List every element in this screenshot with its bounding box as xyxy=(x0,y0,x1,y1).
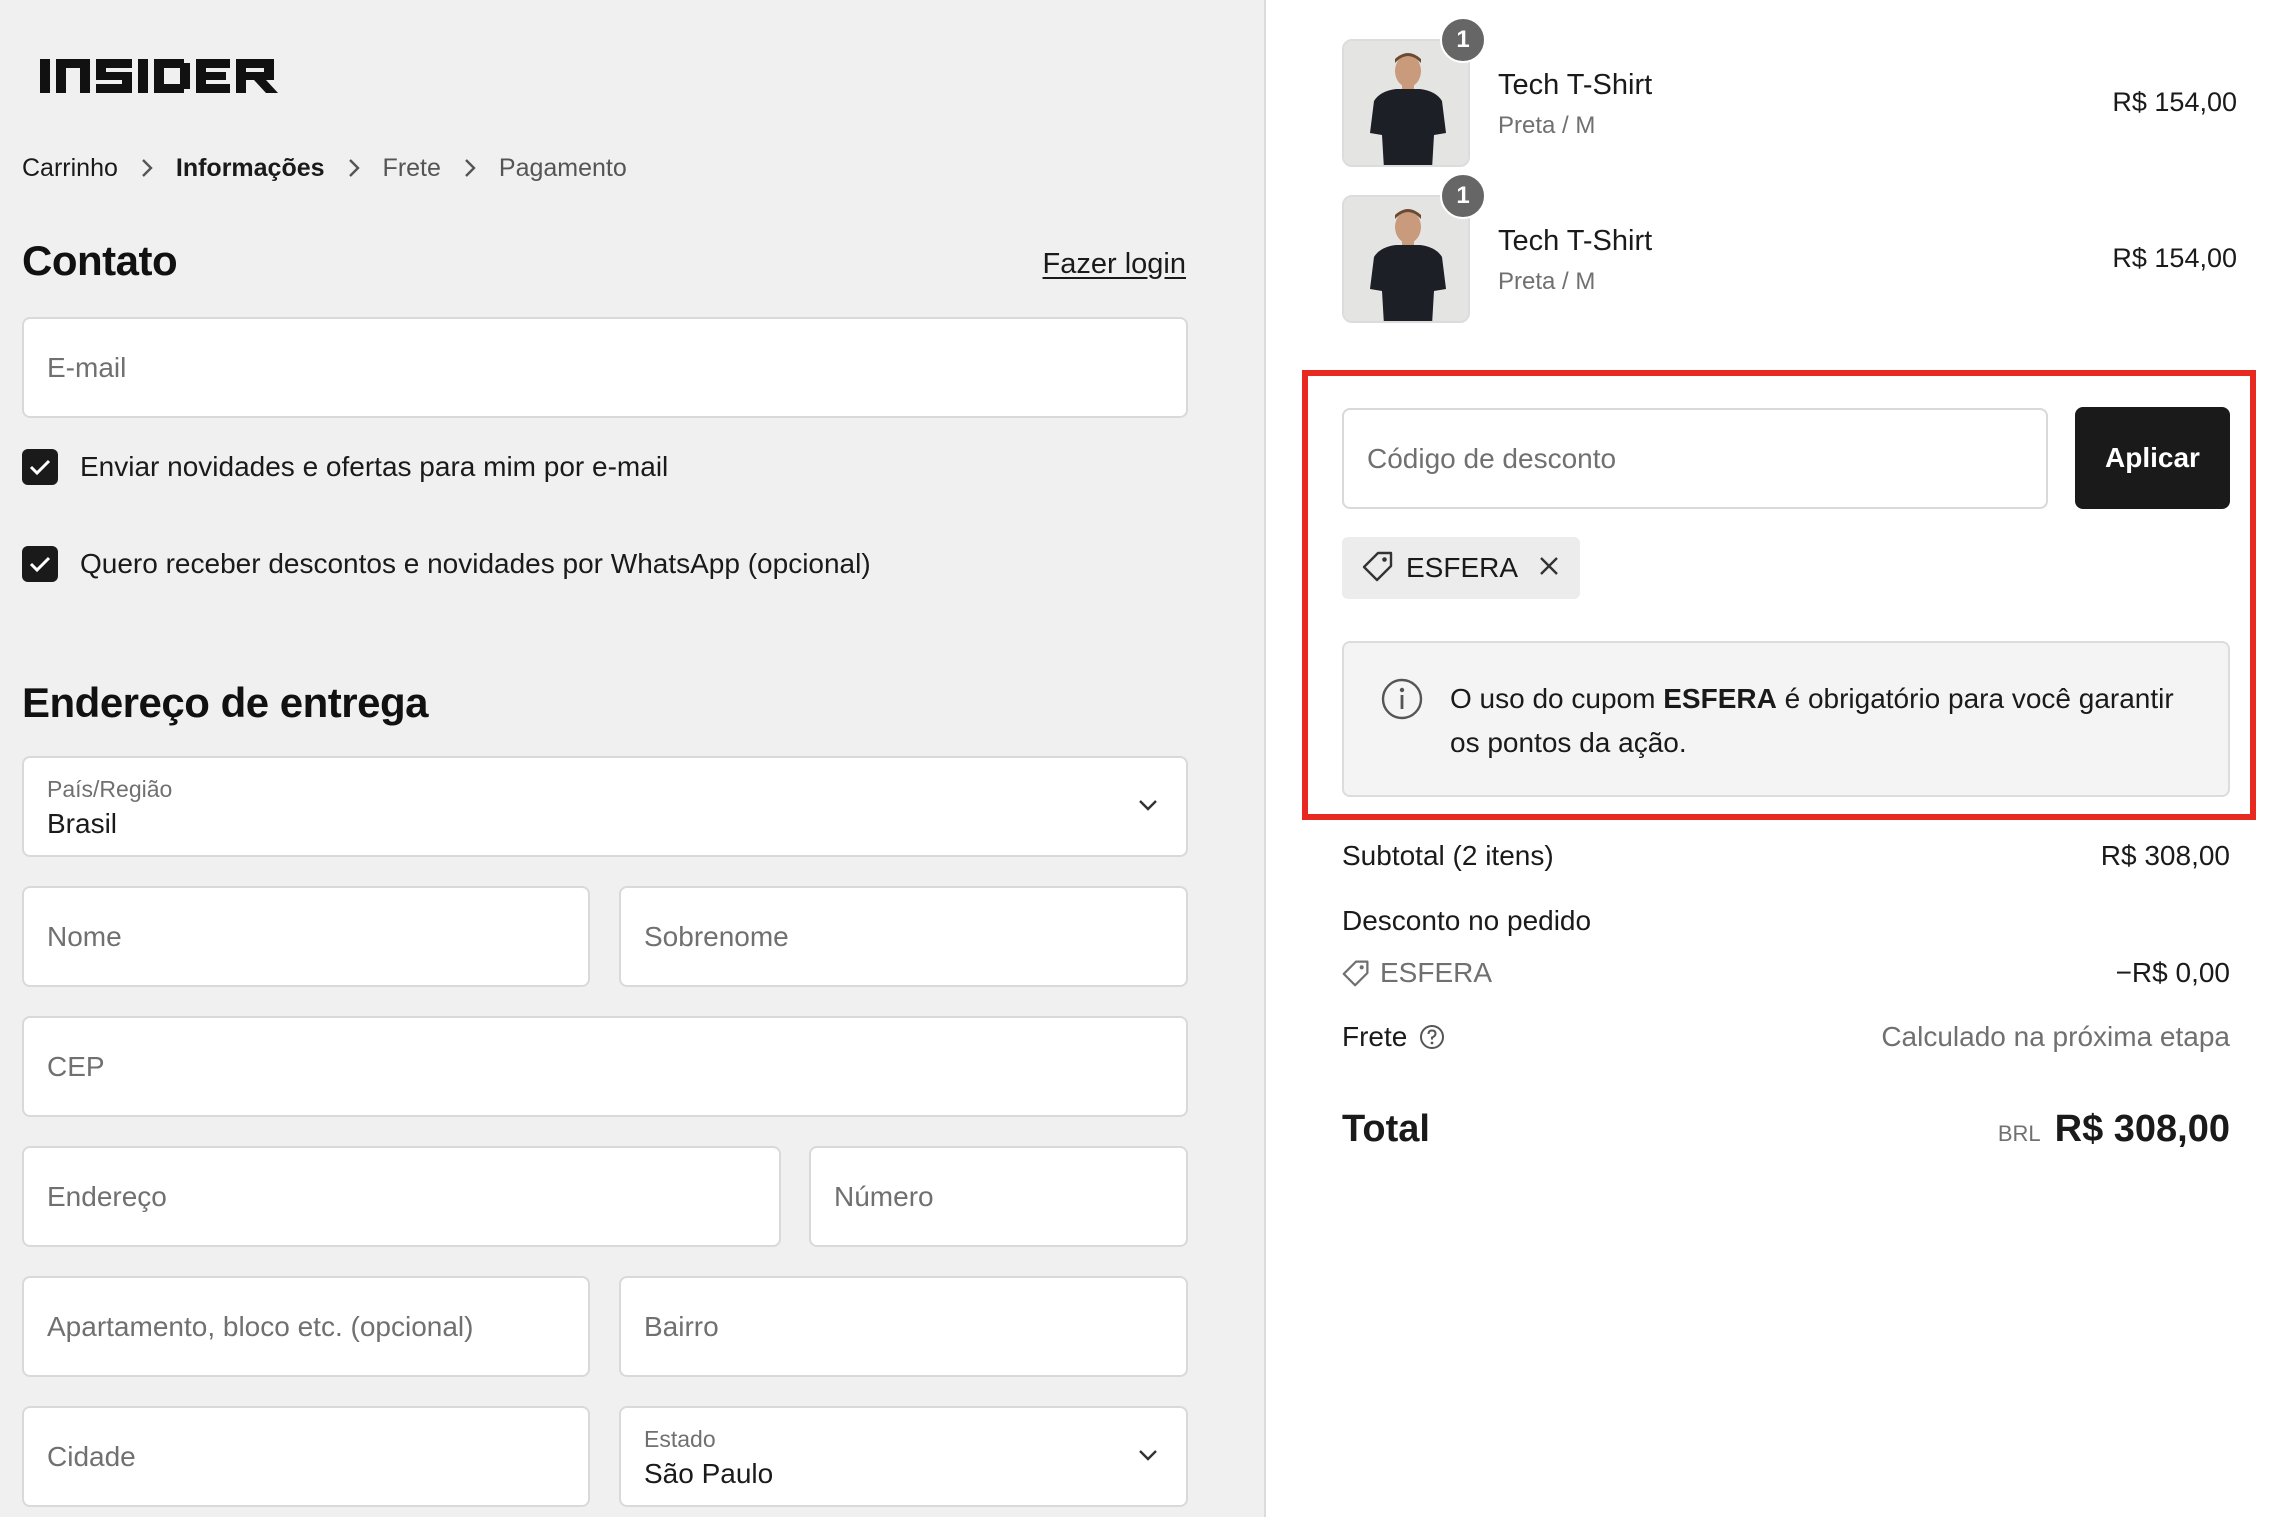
notice-text-code: ESFERA xyxy=(1663,683,1777,714)
subtotal-value: R$ 308,00 xyxy=(2100,840,2230,871)
newsletter-label: Enviar novidades e ofertas para mim por … xyxy=(80,451,669,482)
subtotal-row: Subtotal (2 itens) R$ 308,00 xyxy=(1342,840,2230,872)
whatsapp-checkbox[interactable] xyxy=(22,546,58,582)
chevron-down-icon xyxy=(1138,1448,1158,1466)
applied-discount-chip: ESFERA xyxy=(1342,537,1581,599)
discount-value: −R$ 0,00 xyxy=(2115,957,2230,988)
coupon-notice: O uso do cupom ESFERA é obrigatório para… xyxy=(1342,641,2230,797)
tag-icon xyxy=(1342,959,1370,987)
total-label: Total xyxy=(1342,1108,1430,1150)
breadcrumb-cart[interactable]: Carrinho xyxy=(22,154,118,183)
email-field[interactable]: E-mail xyxy=(22,317,1188,418)
last-name-field[interactable]: Sobrenome xyxy=(619,886,1188,987)
newsletter-checkbox[interactable] xyxy=(22,449,58,485)
item-price: R$ 154,00 xyxy=(2112,87,2237,117)
subtotal-label: Subtotal (2 itens) xyxy=(1342,840,1554,871)
tag-icon xyxy=(1362,550,1394,587)
contact-title: Contato xyxy=(22,237,178,284)
applied-discount-code: ESFERA xyxy=(1406,552,1519,583)
item-price: R$ 154,00 xyxy=(2112,243,2237,273)
first-name-field[interactable]: Nome xyxy=(22,886,590,987)
discount-code-input[interactable]: Código de desconto xyxy=(1342,408,2048,509)
number-field[interactable]: Número xyxy=(809,1146,1188,1247)
cep-placeholder: CEP xyxy=(47,1050,105,1082)
chevron-down-icon xyxy=(1138,798,1158,816)
insider-logo-icon xyxy=(40,59,278,93)
address-field[interactable]: Endereço xyxy=(22,1146,781,1247)
chevron-right-icon xyxy=(441,157,499,179)
currency-code: BRL xyxy=(1997,1121,2041,1146)
coupon-notice-text: O uso do cupom ESFERA é obrigatório para… xyxy=(1450,677,2210,765)
item-name: Tech T-Shirt xyxy=(1498,225,1653,257)
cart-item: 1 Tech T-Shirt Preta / M R$ 154,00 xyxy=(1342,17,2237,167)
email-placeholder: E-mail xyxy=(47,351,127,383)
apartment-field[interactable]: Apartamento, bloco etc. (opcional) xyxy=(22,1276,590,1377)
address-placeholder: Endereço xyxy=(47,1180,167,1212)
state-select[interactable]: Estado São Paulo xyxy=(619,1406,1188,1507)
info-icon xyxy=(1380,677,1424,726)
last-name-placeholder: Sobrenome xyxy=(644,920,789,952)
check-icon xyxy=(29,556,51,573)
shipping-value: Calculado na próxima etapa xyxy=(1881,1021,2230,1052)
apply-discount-button[interactable]: Aplicar xyxy=(2075,407,2230,509)
city-field[interactable]: Cidade xyxy=(22,1406,590,1507)
item-variant: Preta / M xyxy=(1498,268,1596,295)
order-summary-panel: 1 Tech T-Shirt Preta / M R$ 154,00 1 Tec… xyxy=(1268,0,2279,1517)
order-discount-label: Desconto no pedido xyxy=(1342,905,1592,936)
help-icon[interactable] xyxy=(1419,1024,1445,1050)
notice-text-prefix: O uso do cupom xyxy=(1450,683,1664,714)
discount-code-placeholder: Código de desconto xyxy=(1367,442,1617,474)
shipping-label: Frete xyxy=(1342,1021,1408,1052)
cep-field[interactable]: CEP xyxy=(22,1016,1188,1117)
country-label: País/Região xyxy=(47,776,173,802)
cart-item: 1 Tech T-Shirt Preta / M R$ 154,00 xyxy=(1342,173,2237,323)
item-variant: Preta / M xyxy=(1498,112,1596,139)
city-placeholder: Cidade xyxy=(47,1440,136,1472)
newsletter-option[interactable]: Enviar novidades e ofertas para mim por … xyxy=(22,449,668,485)
breadcrumb-shipping: Frete xyxy=(382,153,441,182)
breadcrumb-information: Informações xyxy=(175,153,325,182)
chevron-right-icon xyxy=(118,157,176,179)
brand-logo[interactable] xyxy=(40,55,280,97)
breadcrumb-payment: Pagamento xyxy=(498,153,627,182)
number-placeholder: Número xyxy=(834,1180,934,1212)
check-icon xyxy=(29,459,51,476)
state-value: São Paulo xyxy=(644,1458,774,1489)
country-select[interactable]: País/Região Brasil xyxy=(22,756,1188,857)
district-placeholder: Bairro xyxy=(644,1310,719,1342)
item-name: Tech T-Shirt xyxy=(1498,69,1653,101)
whatsapp-option[interactable]: Quero receber descontos e novidades por … xyxy=(22,546,871,582)
first-name-placeholder: Nome xyxy=(47,920,122,952)
order-discount-row: Desconto no pedido xyxy=(1342,905,2230,937)
quantity-badge: 1 xyxy=(1440,17,1486,63)
discount-code-label: ESFERA xyxy=(1380,957,1493,988)
discount-code-row: ESFERA −R$ 0,00 xyxy=(1342,957,2230,989)
apartment-placeholder: Apartamento, bloco etc. (opcional) xyxy=(47,1310,474,1342)
country-value: Brasil xyxy=(47,808,118,839)
quantity-badge: 1 xyxy=(1440,173,1486,219)
total-row: Total BRL R$ 308,00 xyxy=(1342,1108,2230,1151)
total-value: R$ 308,00 xyxy=(2054,1108,2230,1150)
shipping-row: Frete Calculado na próxima etapa xyxy=(1342,1021,2230,1053)
checkout-form-panel: Carrinho Informações Frete Pagamento Con… xyxy=(0,0,1266,1517)
district-field[interactable]: Bairro xyxy=(619,1276,1188,1377)
shipping-address-title: Endereço de entrega xyxy=(22,679,428,726)
login-link[interactable]: Fazer login xyxy=(1043,248,1186,281)
state-label: Estado xyxy=(644,1426,716,1452)
chevron-right-icon xyxy=(325,157,383,179)
breadcrumb: Carrinho Informações Frete Pagamento xyxy=(22,150,627,186)
close-icon[interactable] xyxy=(1538,555,1560,582)
whatsapp-label: Quero receber descontos e novidades por … xyxy=(80,548,871,579)
